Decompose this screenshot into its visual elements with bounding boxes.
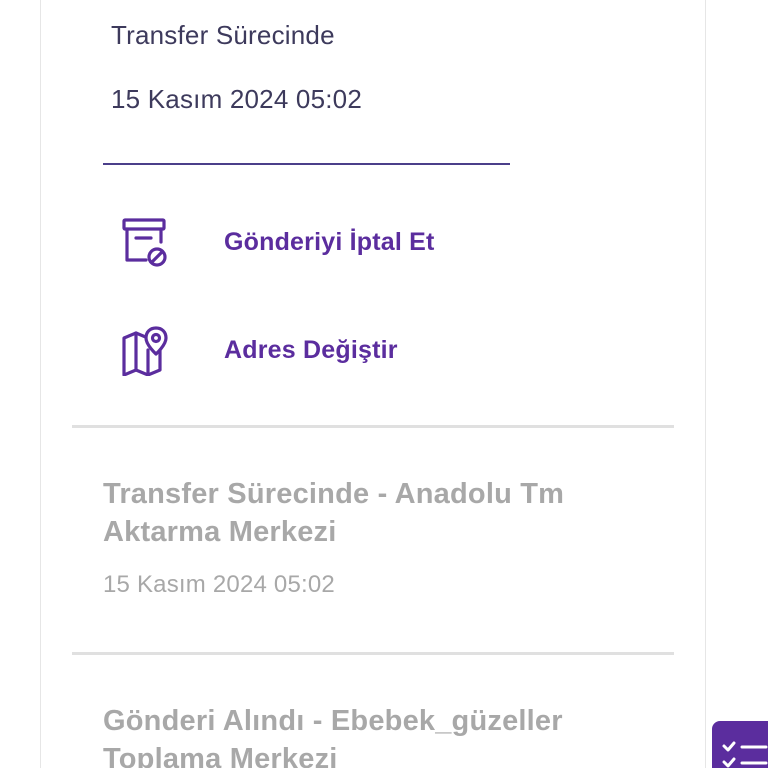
map-pin-icon xyxy=(118,322,178,378)
shipment-tracking-page: Transfer Sürecinde 15 Kasım 2024 05:02 G… xyxy=(0,0,768,768)
cancel-shipment-icon xyxy=(118,214,178,270)
current-status-date: 15 Kasım 2024 05:02 xyxy=(111,84,362,114)
section-divider xyxy=(72,652,674,655)
history-item-date: 15 Kasım 2024 05:02 xyxy=(103,571,335,598)
cancel-shipment-button[interactable]: Gönderiyi İptal Et xyxy=(118,214,435,270)
checklist-fab-button[interactable] xyxy=(712,721,768,768)
checklist-icon xyxy=(722,741,768,768)
cancel-shipment-label: Gönderiyi İptal Et xyxy=(224,227,435,256)
status-divider xyxy=(103,163,510,165)
change-address-label: Adres Değiştir xyxy=(224,335,398,364)
history-item-title: Gönderi Alındı - Ebebek_güzeller Toplama… xyxy=(103,705,563,768)
history-item-title: Transfer Sürecinde - Anadolu Tm Aktarma … xyxy=(103,478,565,548)
section-divider xyxy=(72,425,674,428)
change-address-button[interactable]: Adres Değiştir xyxy=(118,322,398,378)
current-status-title: Transfer Sürecinde xyxy=(111,20,335,50)
